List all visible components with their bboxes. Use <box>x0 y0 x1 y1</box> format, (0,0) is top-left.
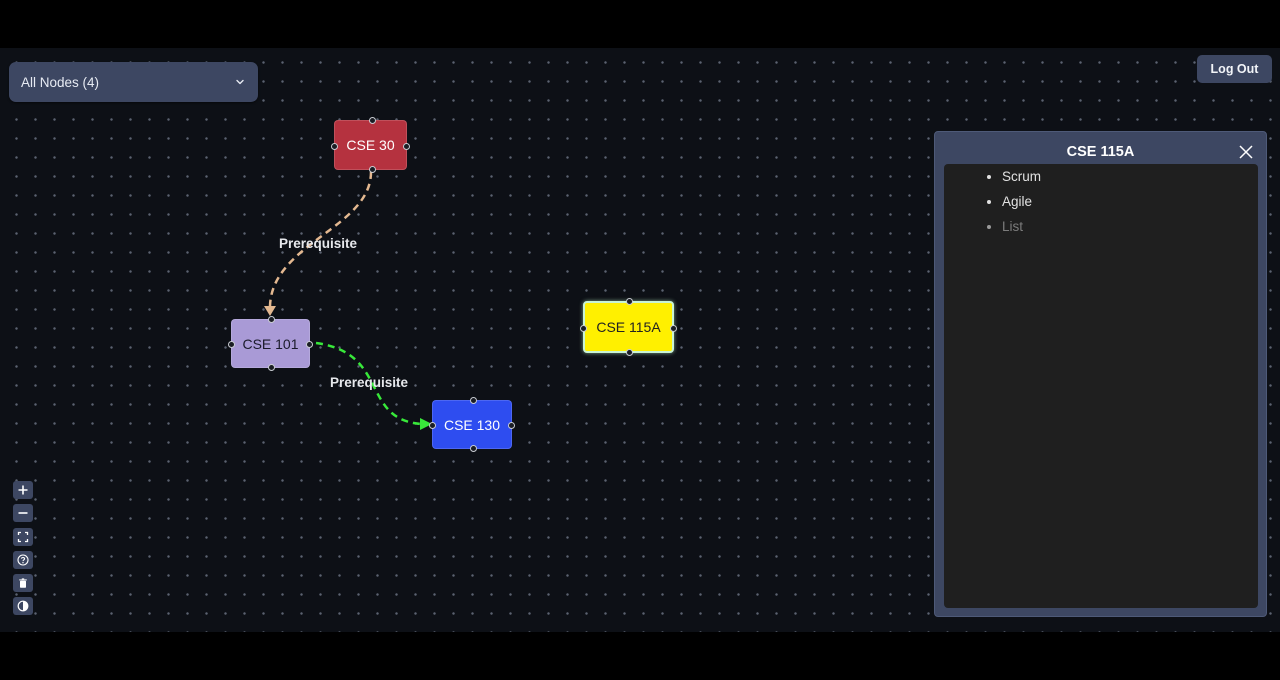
notes-editor[interactable]: Scrum Agile List <box>944 164 1258 608</box>
delete-button[interactable] <box>13 574 33 593</box>
node-handle[interactable] <box>268 316 275 323</box>
node-filter-dropdown[interactable]: All Nodes (4) <box>9 62 258 102</box>
node-handle[interactable] <box>331 143 338 150</box>
node-label: CSE 115A <box>596 319 661 335</box>
contrast-icon <box>17 601 29 612</box>
chevron-down-icon <box>236 79 244 85</box>
node-handle[interactable] <box>306 341 313 348</box>
node-handle[interactable] <box>228 341 235 348</box>
node-handle[interactable] <box>626 349 633 356</box>
node-handle[interactable] <box>470 397 477 404</box>
node-handle[interactable] <box>403 143 410 150</box>
node-handle[interactable] <box>626 298 633 305</box>
node-handle[interactable] <box>429 422 436 429</box>
trash-icon <box>19 578 27 588</box>
node-handle[interactable] <box>369 117 376 124</box>
list-item[interactable]: Scrum <box>1002 164 1258 189</box>
node-handle[interactable] <box>268 364 275 371</box>
flow-canvas[interactable]: Prerequisite Prerequisite CSE 30 CSE 101… <box>0 48 1280 632</box>
plus-icon <box>18 485 28 495</box>
node-filter-label: All Nodes (4) <box>21 74 100 90</box>
zoom-out-button[interactable] <box>13 504 33 523</box>
panel-title: CSE 115A <box>1066 144 1135 160</box>
minus-icon <box>18 512 28 515</box>
node-handle[interactable] <box>369 166 376 173</box>
list-item-placeholder[interactable]: List <box>1002 214 1258 239</box>
edge-label[interactable]: Prerequisite <box>330 375 408 390</box>
node-handle[interactable] <box>508 422 515 429</box>
zoom-in-button[interactable] <box>13 481 33 499</box>
close-icon[interactable] <box>1238 144 1254 160</box>
node-label: CSE 30 <box>346 137 395 153</box>
fit-view-icon <box>17 531 29 542</box>
edge-label[interactable]: Prerequisite <box>279 236 357 251</box>
node-label: CSE 130 <box>443 416 501 433</box>
node-cse-101[interactable]: CSE 101 <box>228 316 313 371</box>
node-handle[interactable] <box>470 445 477 452</box>
node-cse-130[interactable]: CSE 130 <box>429 397 515 452</box>
logout-button[interactable]: Log Out <box>1197 55 1272 83</box>
flow-controls <box>13 481 33 621</box>
help-icon <box>17 554 29 566</box>
node-label: CSE 101 <box>242 335 299 352</box>
notes-list: Scrum Agile List <box>944 164 1258 239</box>
help-button[interactable] <box>13 550 33 569</box>
node-cse-30[interactable]: CSE 30 <box>331 117 410 173</box>
edge-arrowhead <box>264 306 276 316</box>
fit-view-button[interactable] <box>13 527 33 546</box>
node-cse-115a[interactable]: CSE 115A <box>580 298 677 356</box>
theme-toggle-button[interactable] <box>13 597 33 616</box>
node-handle[interactable] <box>670 325 677 332</box>
node-handle[interactable] <box>580 325 587 332</box>
list-item[interactable]: Agile <box>1002 189 1258 214</box>
node-details-panel: CSE 115A Scrum Agile List <box>934 131 1267 617</box>
